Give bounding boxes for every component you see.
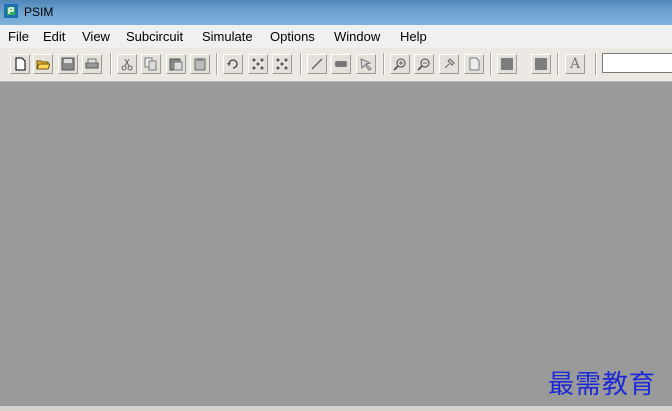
- element-library-2-button[interactable]: [531, 54, 551, 74]
- save-button[interactable]: [58, 54, 78, 74]
- menu-options[interactable]: Options: [270, 29, 315, 44]
- folder-open-icon: [36, 60, 50, 70]
- cut-button[interactable]: [117, 54, 137, 74]
- toolbar-separator: [300, 53, 302, 75]
- wire-icon: [311, 58, 323, 70]
- select-arrow-icon: [360, 58, 372, 71]
- text-button[interactable]: A: [565, 54, 585, 74]
- zoom-out-button[interactable]: [414, 54, 434, 74]
- toolbar-separator: [383, 53, 385, 75]
- square-icon: [535, 58, 547, 70]
- toolbar-separator: [595, 53, 597, 75]
- menu-edit[interactable]: Edit: [43, 29, 65, 44]
- paste-icon: [169, 58, 183, 71]
- wire-button[interactable]: [307, 54, 327, 74]
- flip-horizontal-icon: [252, 58, 264, 70]
- square-icon: [501, 58, 513, 70]
- zoom-in-icon: [393, 58, 406, 71]
- save-icon: [61, 57, 75, 71]
- menu-file[interactable]: File: [8, 29, 29, 44]
- menu-simulate[interactable]: Simulate: [202, 29, 253, 44]
- rotate-icon: [227, 59, 238, 69]
- menu-bar: File Edit View Subcircuit Simulate Optio…: [0, 25, 672, 48]
- window-title: PSIM: [24, 5, 54, 19]
- print-button[interactable]: [82, 54, 102, 74]
- paste-special-button[interactable]: [190, 54, 210, 74]
- menu-help[interactable]: Help: [400, 29, 427, 44]
- paste-button[interactable]: [166, 54, 186, 74]
- zoom-in-button[interactable]: [390, 54, 410, 74]
- schematic-workspace[interactable]: [0, 82, 672, 406]
- rotate-button[interactable]: [223, 54, 243, 74]
- copy-button[interactable]: [141, 54, 161, 74]
- menu-window[interactable]: Window: [334, 29, 380, 44]
- open-button[interactable]: [33, 54, 53, 74]
- zoom-to-fit-button[interactable]: [439, 54, 459, 74]
- text-glyph: A: [570, 56, 581, 72]
- label-tag-icon: [335, 61, 347, 67]
- toolbar-separator: [557, 53, 559, 75]
- title-bar: PSIM: [0, 0, 672, 25]
- element-search-combo[interactable]: [602, 53, 672, 73]
- toolbar-separator: [490, 53, 492, 75]
- page-icon: [469, 57, 480, 71]
- zoom-out-icon: [417, 58, 430, 71]
- menu-view[interactable]: View: [82, 29, 110, 44]
- new-button[interactable]: [10, 54, 30, 74]
- toolbar-separator: [110, 53, 112, 75]
- flip-vertical-button[interactable]: [272, 54, 292, 74]
- flip-horizontal-button[interactable]: [248, 54, 268, 74]
- toolbar: A: [0, 48, 672, 82]
- app-icon: [4, 4, 18, 18]
- print-icon: [85, 58, 99, 69]
- status-bar: [0, 406, 672, 411]
- select-button[interactable]: [356, 54, 376, 74]
- toolbar-separator: [216, 53, 218, 75]
- flip-vertical-icon: [276, 58, 288, 70]
- label-button[interactable]: [331, 54, 351, 74]
- watermark-text: 最需教育: [548, 370, 657, 400]
- copy-icon: [144, 57, 157, 71]
- pin-icon: [444, 58, 455, 69]
- new-file-icon: [15, 57, 26, 71]
- element-library-1-button[interactable]: [497, 54, 517, 74]
- menu-subcircuit[interactable]: Subcircuit: [126, 29, 183, 44]
- page-button[interactable]: [464, 54, 484, 74]
- scissors-icon: [121, 58, 133, 71]
- clipboard-icon: [194, 58, 206, 71]
